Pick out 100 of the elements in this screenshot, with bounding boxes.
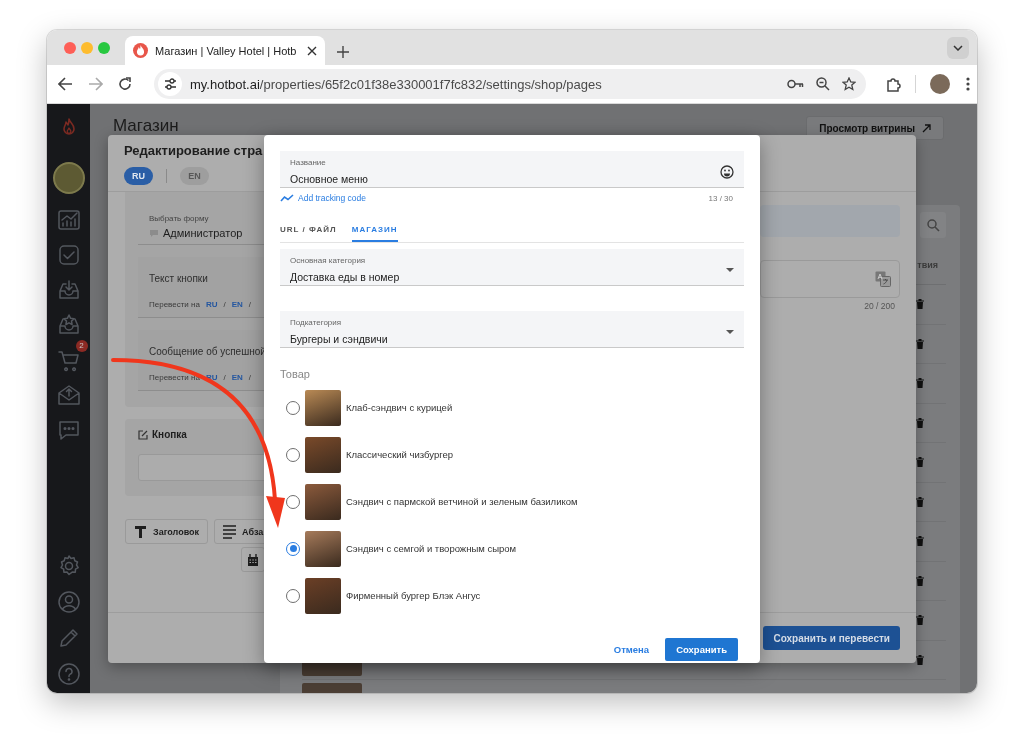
search-icon — [926, 218, 940, 232]
edit-box-icon — [138, 429, 148, 440]
photo-placeholder — [305, 483, 341, 520]
field-value: Основное меню — [290, 173, 368, 185]
trash-icon[interactable] — [916, 417, 924, 428]
photo-placeholder — [305, 530, 341, 567]
more-menu-icon[interactable] — [966, 77, 970, 91]
flame-icon — [133, 43, 148, 58]
translate-icon[interactable] — [875, 271, 891, 287]
product-name: Классический чизбургер — [346, 449, 454, 460]
close-window-button[interactable] — [64, 41, 76, 54]
flame-logo-icon — [61, 118, 76, 136]
calendar-icon — [247, 553, 259, 566]
forward-arrow-icon[interactable] — [87, 77, 103, 91]
field-label: Подкатегория — [290, 318, 343, 328]
input-field[interactable] — [760, 260, 900, 298]
field-value: Бургеры и сэндвичи — [290, 333, 388, 345]
back-arrow-icon[interactable] — [57, 77, 73, 91]
reload-icon[interactable] — [118, 77, 132, 91]
tab[interactable]: МАГАЗИН — [351, 223, 398, 242]
trash-icon[interactable] — [916, 338, 924, 349]
trash-icon[interactable] — [916, 378, 924, 389]
language-link[interactable]: RU — [205, 300, 218, 309]
inbox-star-icon[interactable] — [56, 312, 81, 337]
language-tab[interactable]: RU — [124, 167, 153, 185]
trash-icon[interactable] — [916, 536, 924, 547]
tab-list-button[interactable] — [947, 37, 969, 59]
checkmark-square-icon[interactable] — [56, 242, 81, 267]
separator-text: / — [248, 373, 252, 382]
caret-icon — [726, 329, 734, 334]
zoom-out-icon[interactable] — [816, 77, 830, 91]
date-button[interactable] — [241, 547, 265, 572]
save-and-translate-button[interactable]: Сохранить и перевести — [763, 626, 900, 650]
envelope-icon[interactable] — [56, 382, 81, 407]
language-link[interactable]: EN — [231, 300, 243, 309]
cancel-button[interactable]: Отмена — [613, 644, 650, 655]
photo-placeholder — [305, 436, 341, 473]
emoji-icon[interactable] — [720, 164, 734, 179]
field-label: Текст кнопки — [149, 272, 208, 286]
photo-placeholder — [305, 577, 341, 614]
notification-badge: 2 — [75, 339, 88, 352]
field-label: Название — [290, 158, 327, 168]
category-select[interactable]: Основная категория Доставка еды в номер — [280, 249, 744, 286]
language-tab[interactable]: EN — [180, 167, 209, 185]
chart-icon[interactable] — [56, 207, 81, 232]
dialog-title: Редактирование стра — [124, 142, 264, 160]
separator-text: / — [223, 373, 226, 382]
language-link[interactable]: EN — [231, 373, 243, 382]
product-name: Сэндвич с пармской ветчиной и зеленым базиликом — [346, 496, 578, 507]
caret-icon — [726, 267, 734, 272]
page-title: Магазин — [113, 116, 179, 136]
subcategory-select[interactable]: Подкатегория Бургеры и сэндвичи — [280, 311, 744, 348]
photo-placeholder — [305, 389, 341, 426]
property-avatar[interactable] — [52, 162, 85, 194]
field-label: Основная категория — [290, 256, 367, 266]
trash-icon[interactable] — [916, 615, 924, 626]
star-icon[interactable] — [842, 77, 856, 91]
trash-icon[interactable] — [916, 654, 924, 665]
tab-title: Магазин | Valley Hotel | Hotb — [155, 44, 298, 57]
url-text: my.hotbot.ai/properties/65f2c01f38e330001f7fc832/settings/shop/pages — [190, 76, 603, 92]
key-icon[interactable] — [787, 79, 804, 89]
profile-avatar[interactable] — [930, 74, 950, 94]
address-bar[interactable]: my.hotbot.ai/properties/65f2c01f38e330001f7fc832/settings/shop/pages — [154, 69, 866, 99]
section-title: Кнопка — [152, 429, 187, 440]
search-button[interactable] — [920, 212, 946, 238]
title-icon — [134, 524, 147, 539]
help-icon[interactable] — [56, 662, 81, 686]
translate-label: Перевести на — [149, 300, 200, 309]
trash-icon[interactable] — [916, 299, 924, 310]
tab[interactable]: URL / ФАЙЛ — [280, 223, 337, 242]
field-value: Доставка еды в номер — [290, 271, 400, 283]
separator-text: / — [248, 300, 252, 309]
separator-text: / — [223, 300, 226, 309]
tracking-code-link[interactable]: Add tracking code — [280, 193, 367, 203]
character-counter: 20 / 200 — [863, 301, 896, 311]
select-value: Администратор — [163, 227, 243, 239]
user-icon[interactable] — [56, 590, 81, 614]
external-arrow-icon — [922, 123, 931, 133]
section-label: Товар — [280, 368, 311, 380]
trash-icon[interactable] — [916, 457, 924, 468]
trash-icon[interactable] — [916, 496, 924, 507]
product-name: Клаб-сэндвич с курицей — [346, 402, 453, 413]
product-name: Сэндвич с семгой и творожным сыром — [346, 543, 517, 554]
close-icon[interactable] — [307, 45, 317, 56]
paragraph-lines-icon — [223, 524, 237, 539]
new-tab-icon[interactable] — [337, 46, 349, 58]
browser-tab[interactable]: Магазин | Valley Hotel | Hotb — [125, 36, 325, 65]
site-settings-icon[interactable] — [158, 72, 182, 96]
format-button[interactable]: Заголовок — [125, 519, 209, 544]
chevron-down-icon — [953, 45, 963, 51]
trend-line-icon — [280, 194, 294, 202]
column-header: твия — [917, 260, 938, 270]
save-button[interactable]: Сохранить — [665, 638, 738, 661]
speech-bubble-icon — [149, 228, 159, 238]
name-field[interactable]: Название Основное меню — [280, 151, 744, 188]
puzzle-icon[interactable] — [886, 76, 901, 92]
character-counter: 13 / 30 — [708, 193, 733, 203]
trash-icon[interactable] — [916, 575, 924, 586]
inbox-icon[interactable] — [56, 277, 81, 302]
product-name: Фирменный бургер Блэк Ангус — [346, 590, 481, 601]
